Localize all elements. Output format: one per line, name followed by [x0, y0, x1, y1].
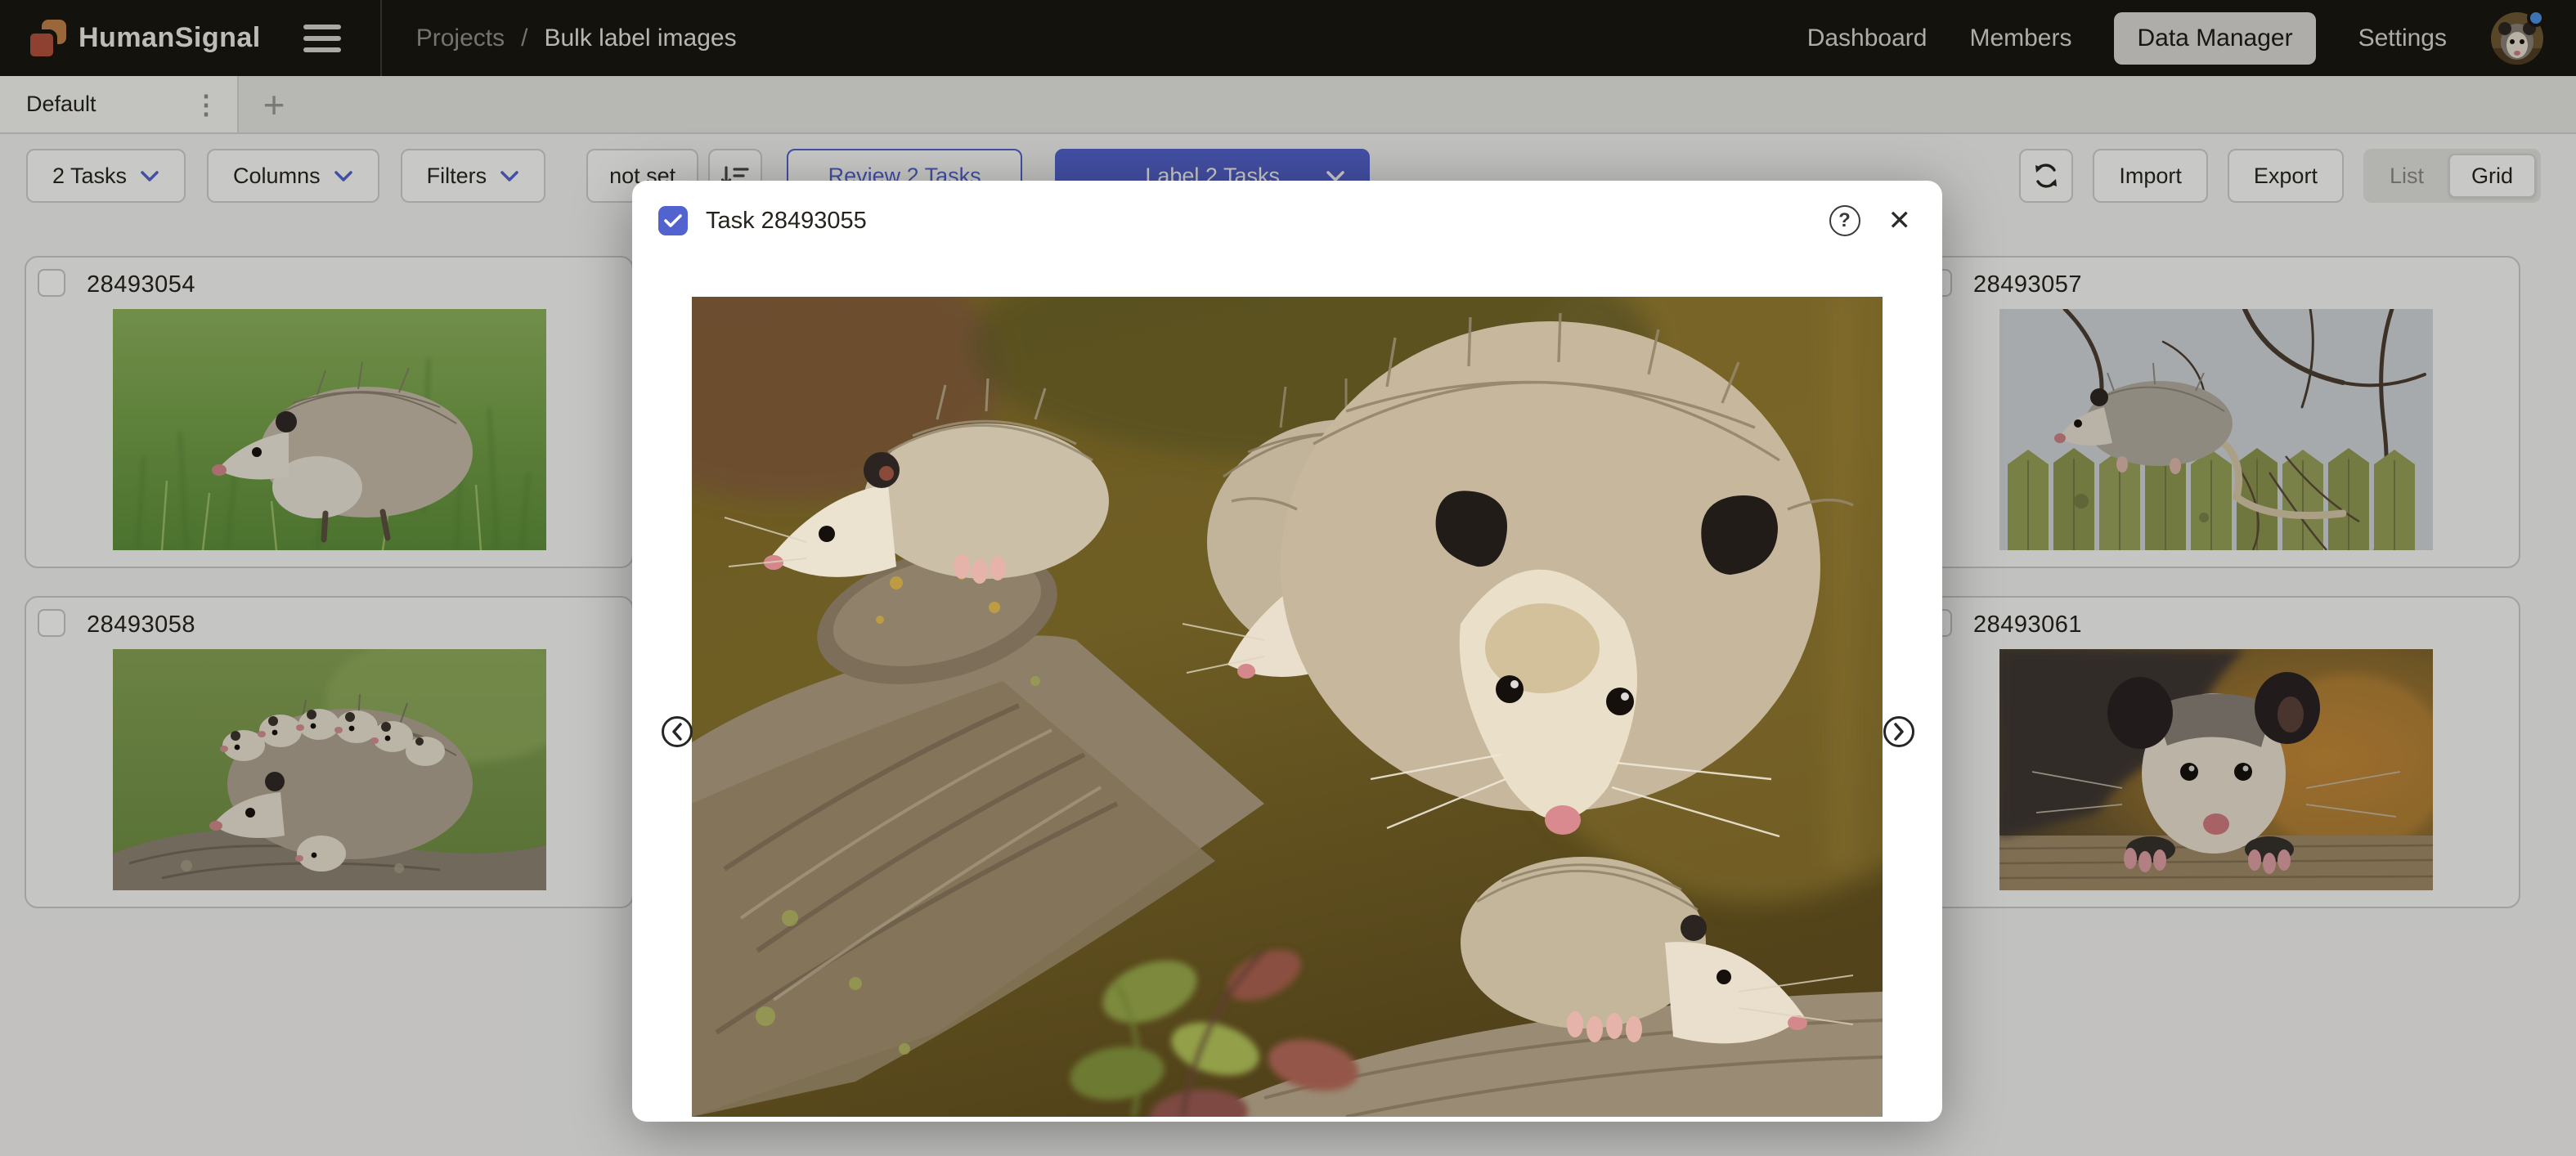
task-select-checkbox[interactable]: [658, 206, 688, 235]
modal-header: Task 28493055 ? ✕: [632, 181, 1942, 236]
modal-title: Task 28493055: [706, 208, 867, 235]
task-preview-image: [692, 297, 1883, 1117]
data-manager-page: HumanSignal Projects / Bulk label images…: [0, 0, 2576, 1156]
help-icon[interactable]: ?: [1829, 205, 1860, 236]
next-task-button[interactable]: [1883, 716, 1914, 747]
chevron-right-icon: [1893, 723, 1905, 741]
close-icon[interactable]: ✕: [1888, 207, 1912, 235]
chevron-left-icon: [671, 723, 683, 741]
previous-task-button[interactable]: [662, 716, 693, 747]
task-preview-modal: Task 28493055 ? ✕: [632, 181, 1942, 1122]
checkmark-icon: [664, 213, 682, 228]
